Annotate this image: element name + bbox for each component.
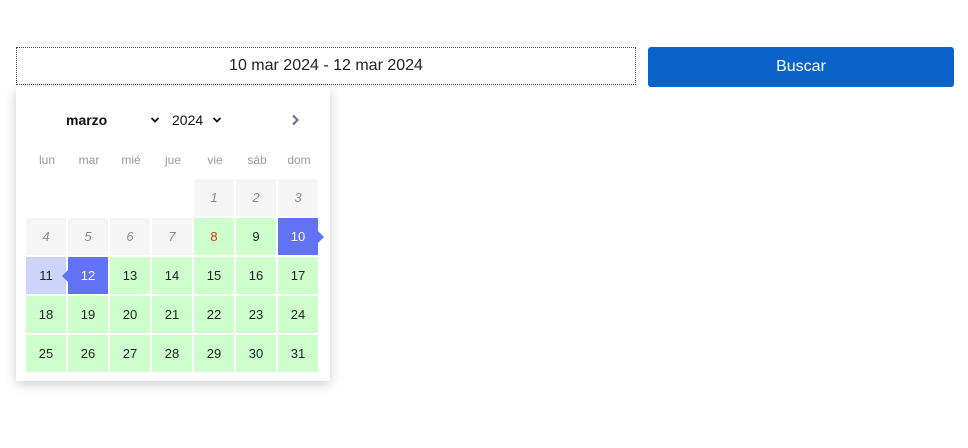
day-cell-23[interactable]: 23 [236, 296, 276, 333]
day-cell-15[interactable]: 15 [194, 257, 234, 294]
empty-day-cell [68, 179, 108, 216]
weekday-label: dom [287, 153, 311, 167]
day-cell-4: 4 [26, 218, 66, 255]
day-cell-6: 6 [110, 218, 150, 255]
day-cell-13[interactable]: 13 [110, 257, 150, 294]
day-cell-11[interactable]: 11 [26, 257, 66, 294]
weekday-label: mié [121, 153, 141, 167]
day-cell-1: 1 [194, 179, 234, 216]
chevron-down-icon [150, 117, 160, 123]
empty-day-cell [26, 179, 66, 216]
date-range-value: 10 mar 2024 - 12 mar 2024 [229, 57, 423, 74]
weekday-label: vie [207, 153, 223, 167]
month-select[interactable]: marzo [66, 111, 160, 129]
day-cell-31[interactable]: 31 [278, 335, 318, 372]
day-cell-16[interactable]: 16 [236, 257, 276, 294]
day-cell-28[interactable]: 28 [152, 335, 192, 372]
year-label: 2024 [172, 112, 204, 128]
date-range-input[interactable]: 10 mar 2024 - 12 mar 2024 [16, 47, 636, 85]
day-cell-12[interactable]: 12 [62, 257, 108, 294]
next-month-button[interactable] [286, 109, 304, 131]
calendar-day-grid: 1 2 3 4 5 6 7 8 9 10 11 12 13 14 15 16 17 18 19 20 21 22 23 24 2… [26, 179, 324, 372]
weekday-label: lun [38, 153, 55, 167]
day-cell-14[interactable]: 14 [152, 257, 192, 294]
day-cell-9[interactable]: 9 [236, 218, 276, 255]
empty-day-cell [110, 179, 150, 216]
empty-day-cell [152, 179, 192, 216]
chevron-right-icon [292, 114, 300, 126]
day-cell-8[interactable]: 8 [194, 218, 234, 255]
day-cell-10[interactable]: 10 [278, 218, 324, 255]
day-cell-24[interactable]: 24 [278, 296, 318, 333]
chevron-down-icon [212, 117, 222, 123]
year-select[interactable]: 2024 [172, 111, 222, 129]
day-cell-29[interactable]: 29 [194, 335, 234, 372]
day-cell-20[interactable]: 20 [110, 296, 150, 333]
weekday-label: sáb [247, 153, 267, 167]
day-cell-22[interactable]: 22 [194, 296, 234, 333]
weekday-header-row: lun mar mié jue vie sáb dom [26, 153, 320, 169]
day-cell-17[interactable]: 17 [278, 257, 318, 294]
month-label: marzo [66, 112, 108, 128]
day-cell-25[interactable]: 25 [26, 335, 66, 372]
day-cell-5: 5 [68, 218, 108, 255]
day-cell-18[interactable]: 18 [26, 296, 66, 333]
calendar-header: marzo 2024 [16, 87, 330, 151]
weekday-label: mar [78, 153, 100, 167]
day-cell-27[interactable]: 27 [110, 335, 150, 372]
day-cell-2: 2 [236, 179, 276, 216]
date-picker-popup: marzo 2024 lun mar mié jue vie sáb dom 1234567… [16, 87, 330, 381]
weekday-label: jue [164, 153, 181, 167]
day-cell-7: 7 [152, 218, 192, 255]
day-cell-19[interactable]: 19 [68, 296, 108, 333]
day-cell-3: 3 [278, 179, 318, 216]
day-cell-21[interactable]: 21 [152, 296, 192, 333]
day-cell-26[interactable]: 26 [68, 335, 108, 372]
search-button[interactable]: Buscar [648, 47, 954, 87]
day-cell-30[interactable]: 30 [236, 335, 276, 372]
